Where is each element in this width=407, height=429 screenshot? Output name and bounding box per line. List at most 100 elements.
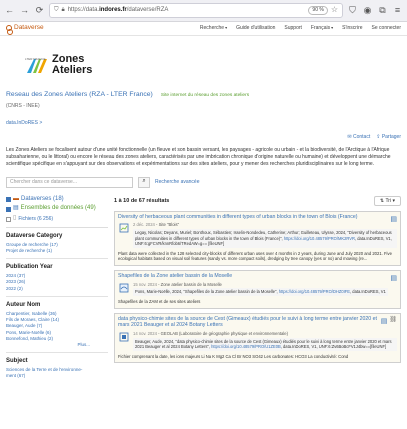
forward-arrow-icon[interactable]: → <box>19 5 30 16</box>
shield-icon: ⛉ <box>54 6 59 13</box>
more-authors-link[interactable]: Plus... <box>6 342 108 348</box>
checkbox-checked[interactable] <box>6 206 11 212</box>
result-org[interactable]: Zone atelier bassin de la Moselle <box>161 282 222 287</box>
menu-icon[interactable]: ≡ <box>392 5 403 16</box>
dataset-thumbnail-icon <box>118 331 130 343</box>
nav-language[interactable]: Français▾ <box>311 25 333 32</box>
dataset-icon: ▤ <box>380 317 388 325</box>
chevron-down-icon: ▾ <box>225 25 228 31</box>
nav-guide[interactable]: Guide d'utilisation <box>236 25 275 32</box>
facet-item[interactable]: 2022 (2) <box>6 286 108 292</box>
result-citation: Beauger, Aude, 2024, "data physico-chimi… <box>133 337 397 351</box>
chevron-down-icon: ▾ <box>331 25 334 31</box>
account-icon[interactable]: ◉ <box>362 5 373 16</box>
result-meta: 2 déc. 2024 - Site "Blois" Legay, Nicola… <box>133 222 397 248</box>
files-filter[interactable]: ▯ Fichiers (6 256) <box>6 215 108 223</box>
results-count: 1 à 10 de 67 résultats <box>114 197 170 204</box>
divider <box>6 352 108 354</box>
back-arrow-icon[interactable]: ← <box>4 5 15 16</box>
doi-link[interactable]: https://doi.org/10.48579/PRO/DHZ0IFE <box>279 289 350 294</box>
sort-icon: ⇅ <box>379 197 385 204</box>
extensions-icon[interactable]: ⧉ <box>377 5 388 16</box>
sort-button[interactable]: ⇅ Tri ▾ <box>373 195 401 207</box>
facet-item[interactable]: ment (67) <box>6 373 108 379</box>
result-meta: 15 nov. 2024 - Zone atelier bassin de la… <box>133 281 388 296</box>
nav-search[interactable]: Recherche▾ <box>200 25 227 32</box>
facet-title-subject: Subject <box>6 358 28 365</box>
results-panel: 1 à 10 de 67 résultats ⇅ Tri ▾ ▤ Diversi… <box>114 195 401 380</box>
facet-item[interactable]: Projet de recherche (1) <box>6 248 108 254</box>
collection-title: Reseau des Zones Ateliers (RZA - LTER Fr… <box>6 91 153 98</box>
result-title[interactable]: Diversity of herbaceous plant communitie… <box>118 214 397 221</box>
type-facets: ▬ Dataverses (18) ▤ Ensembles de données… <box>6 196 108 228</box>
result-title[interactable]: data physico-chimie sites de la source d… <box>118 316 397 330</box>
share-icon: ⇪ <box>376 133 381 140</box>
browser-toolbar: ← → ⟳ ⛉ 🔒︎ https://data.indores.fr/datav… <box>0 0 407 22</box>
folder-icon: ▬ <box>13 195 19 202</box>
doi-link[interactable]: https://doi.org/10.48579/PRO/MK2RVR <box>284 236 355 241</box>
zoom-level[interactable]: 90 % <box>308 6 328 15</box>
collection-actions: ✉ Contact ⇪ Partager <box>0 127 407 141</box>
link-icon: ⛓ <box>389 316 397 323</box>
result-org[interactable]: Site "Blois" <box>159 222 179 227</box>
chevron-down-icon: ▾ <box>392 197 395 204</box>
dataset-icon: ▤ <box>390 274 397 282</box>
dataset-icon: ▤ <box>13 205 19 212</box>
result-card[interactable]: ▤ Shapefiles de la Zone atelier bassin d… <box>114 269 401 309</box>
checkbox-unchecked[interactable] <box>6 216 11 222</box>
card-icons: ▤ ⛓ <box>381 317 397 326</box>
nav-signup[interactable]: S'inscrire <box>342 25 362 32</box>
address-bar[interactable]: ⛉ 🔒︎ https://data.indores.fr/dataverse/R… <box>49 3 343 18</box>
contact-button[interactable]: ✉ Contact <box>347 134 370 141</box>
nav-support[interactable]: Support <box>284 25 302 32</box>
result-title[interactable]: Shapefiles de la Zone atelier bassin de … <box>118 273 397 280</box>
datasets-label: Ensembles de données (49) <box>20 205 96 212</box>
result-body: 14 nov. 2024 - GEOLAB (Laboratoire de gé… <box>118 331 397 351</box>
dataverses-filter[interactable]: ▬ Dataverses (18) <box>6 196 108 204</box>
logo-line2: Ateliers <box>52 64 93 76</box>
result-meta: 14 nov. 2024 - GEOLAB (Laboratoire de gé… <box>133 331 397 351</box>
share-button[interactable]: ⇪ Partager <box>376 134 401 141</box>
breadcrumb[interactable]: data.InDoRES > <box>0 109 407 127</box>
result-citation: Legay, Nicolas; Deyans, Muriel; Bonthoux… <box>133 229 397 248</box>
search-button[interactable]: ⌕ <box>138 176 150 188</box>
lock-icon: 🔒︎ <box>61 6 65 13</box>
search-icon: ⌕ <box>142 178 146 185</box>
collection-affiliation: (CNRS - INEE) <box>6 102 40 109</box>
result-card[interactable]: ▤ ⛓ data physico-chimie sites de la sour… <box>114 312 401 364</box>
facet-title-author: Auteur Nom <box>6 302 41 309</box>
reload-icon[interactable]: ⟳ <box>34 5 45 16</box>
dataverse-brand[interactable]: Dataverse <box>6 24 44 35</box>
site-header: Dataverse Recherche▾ Guide d'utilisation… <box>0 22 407 36</box>
result-date: 15 nov. 2024 <box>133 281 157 287</box>
top-nav: Recherche▾ Guide d'utilisation Support F… <box>200 25 401 32</box>
divider <box>6 296 108 298</box>
result-description: Fichier comprenant la date, les ions maj… <box>118 353 349 359</box>
result-card[interactable]: ▤ Diversity of herbaceous plant communit… <box>114 210 401 266</box>
dataset-thumbnail-icon <box>118 222 130 234</box>
divider <box>6 258 108 260</box>
dataset-thumbnail-icon <box>118 282 130 294</box>
envelope-icon: ✉ <box>347 133 352 140</box>
logo-text: Zones Ateliers <box>52 54 92 76</box>
advanced-search-link[interactable]: Recherche avancée <box>155 179 199 186</box>
dataverse-logo-icon <box>6 24 13 35</box>
result-date: 14 nov. 2024 <box>133 331 157 336</box>
result-description: Plant data were collected in the 128 sel… <box>118 250 392 262</box>
datasets-filter[interactable]: ▤ Ensembles de données (49) <box>6 205 108 213</box>
checkbox-checked[interactable] <box>6 196 11 202</box>
collection-website-link[interactable]: Site internet du réseau des zones atelie… <box>161 93 249 99</box>
facet-title-category: Dataverse Category <box>6 232 63 239</box>
result-body: 15 nov. 2024 - Zone atelier bassin de la… <box>118 282 397 296</box>
nav-login[interactable]: Se connecter <box>372 25 401 32</box>
bookmark-star-icon[interactable]: ☆ <box>331 5 338 15</box>
facet-sidebar: ▬ Dataverses (18) ▤ Ensembles de données… <box>6 196 108 380</box>
result-org[interactable]: GEOLAB (Laboratoire de géographie physiq… <box>161 331 288 336</box>
search-input[interactable]: Chercher dans ce dataverse... <box>6 176 133 188</box>
collection-description: Les Zones Ateliers se focalisent autour … <box>6 147 391 167</box>
logo-subtitle: LTER FRANCE <box>25 57 46 61</box>
shield-extension-icon[interactable]: ⛉ <box>347 5 358 16</box>
result-body: 2 déc. 2024 - Site "Blois" Legay, Nicola… <box>118 222 397 248</box>
url-text: https://data.indores.fr/dataverse/RZA <box>67 6 169 13</box>
doi-link[interactable]: https://doi.org/10.48579/PRO/U1ZE0B <box>211 344 281 349</box>
